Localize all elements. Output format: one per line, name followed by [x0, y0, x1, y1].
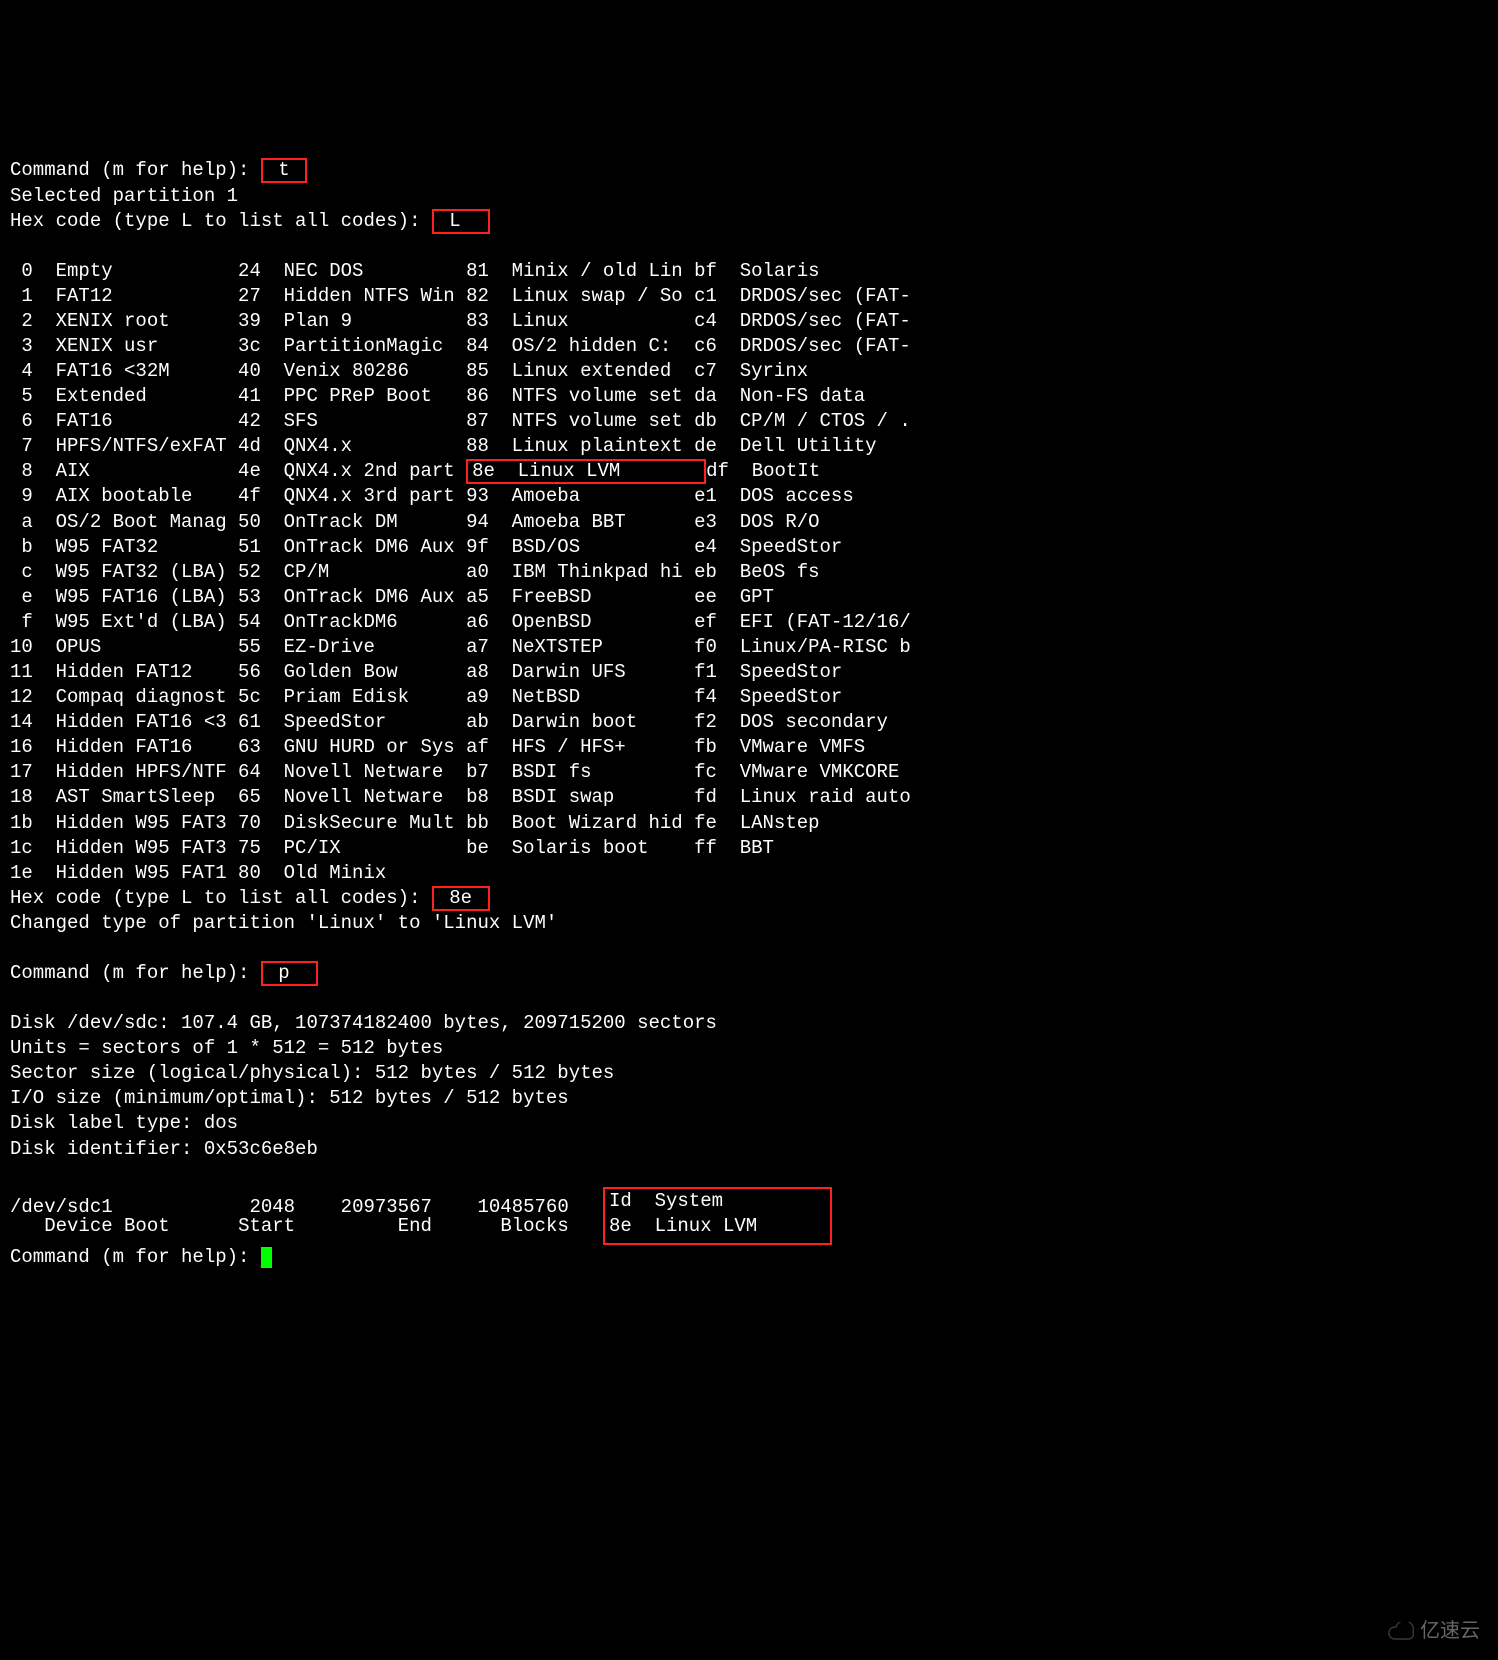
terminal[interactable]: Command (m for help): t Selected partiti…: [0, 125, 1498, 1328]
changed-message: Changed type of partition 'Linux' to 'Li…: [10, 912, 557, 934]
selected-partition: Selected partition 1: [10, 185, 238, 207]
prompt-command-3: Command (m for help):: [10, 1246, 261, 1268]
user-input-p[interactable]: p: [261, 961, 319, 986]
prompt-hex: Hex code (type L to list all codes):: [10, 210, 432, 232]
prompt-command-2: Command (m for help):: [10, 962, 261, 984]
cloud-icon: [1388, 1622, 1414, 1640]
prompt-command: Command (m for help):: [10, 159, 261, 181]
watermark: 亿速云: [1388, 1618, 1480, 1644]
prompt-hex-2: Hex code (type L to list all codes):: [10, 887, 432, 909]
user-input-L[interactable]: L: [432, 209, 490, 234]
partition-row: /dev/sdc1 2048 20973567 10485760: [10, 1195, 1492, 1220]
user-input-8e[interactable]: 8e: [432, 886, 490, 911]
user-input-t[interactable]: t: [261, 158, 307, 183]
code-8e-linux-lvm: 8e Linux LVM: [466, 459, 706, 484]
partition-type-list: 0 Empty 24 NEC DOS 81 Minix / old Lin bf…: [10, 259, 1492, 886]
cursor-block: [261, 1247, 272, 1268]
disk-info: Disk /dev/sdc: 107.4 GB, 107374182400 by…: [10, 1011, 1492, 1161]
